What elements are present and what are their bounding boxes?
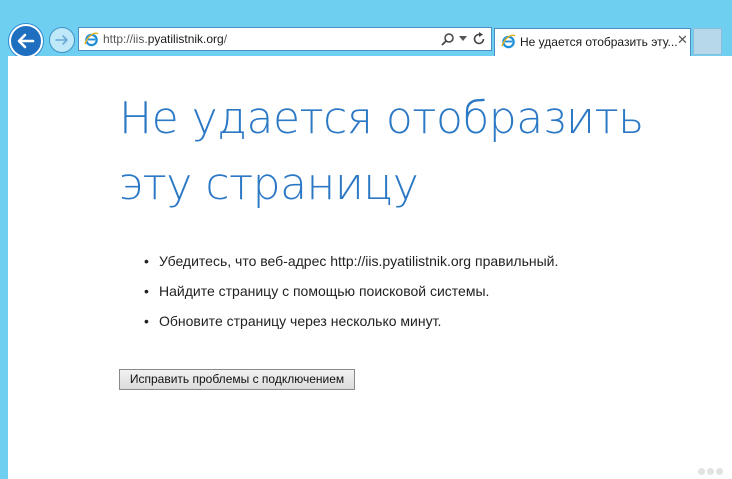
address-url[interactable]: http://iis.pyatilistnik.org/ (103, 32, 227, 46)
tab-active[interactable]: Не удается отобразить эту... ✕ (494, 28, 691, 56)
page-title: Не удается отобразить эту страницу (119, 93, 644, 210)
url-suffix: / (223, 32, 228, 46)
dot (698, 468, 705, 475)
search-icon[interactable] (441, 32, 455, 46)
new-tab-button[interactable] (693, 28, 722, 55)
url-prefix: http://iis. (103, 32, 148, 46)
internet-explorer-icon (84, 32, 99, 47)
dot (707, 468, 714, 475)
chevron-down-icon[interactable] (459, 36, 467, 42)
tab-title: Не удается отобразить эту... (520, 35, 678, 49)
forward-button[interactable] (49, 27, 75, 53)
close-icon[interactable]: ✕ (677, 33, 688, 47)
arrow-right-icon (55, 35, 68, 45)
list-item: Убедитесь, что веб-адрес http://iis.pyat… (144, 246, 558, 276)
troubleshooting-list: Убедитесь, что веб-адрес http://iis.pyat… (144, 246, 558, 336)
fix-connection-button[interactable]: Исправить проблемы с подключением (119, 369, 355, 390)
list-item: Обновите страницу через несколько минут. (144, 306, 558, 336)
back-button[interactable] (9, 24, 43, 58)
url-host: pyatilistnik.org (147, 32, 224, 46)
watermark-dots (698, 462, 728, 475)
address-bar[interactable]: http://iis.pyatilistnik.org/ (78, 27, 492, 51)
list-item: Найдите страницу с помощью поисковой сис… (144, 276, 558, 306)
browser-toolbar: http://iis.pyatilistnik.org/ Не удается … (0, 0, 732, 58)
arrow-left-icon (17, 33, 35, 49)
refresh-icon[interactable] (472, 32, 486, 46)
internet-explorer-icon (501, 34, 516, 49)
dot (716, 468, 723, 475)
